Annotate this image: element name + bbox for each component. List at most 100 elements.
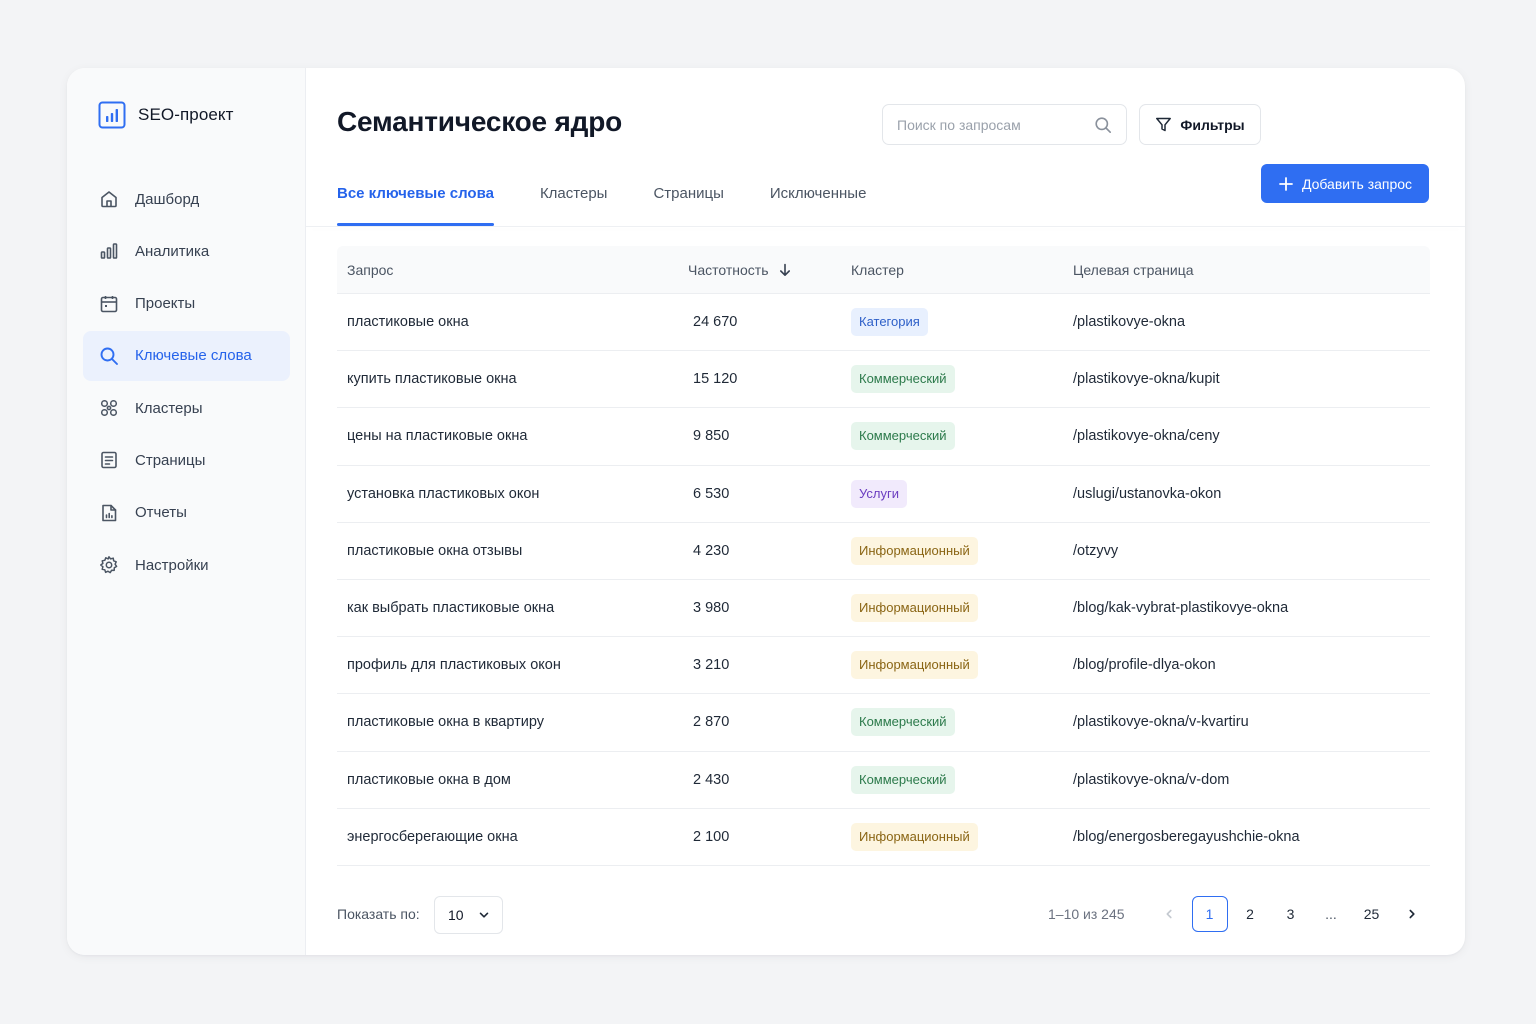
sidebar-item-settings[interactable]: Настройки	[83, 540, 290, 590]
cluster-cell: Информационный	[841, 822, 1063, 851]
query-cell: цены на пластиковые окна	[347, 428, 528, 445]
query-cell: купить пластиковые окна	[347, 371, 517, 388]
sidebar-item-label: Настройки	[135, 556, 209, 574]
table-row[interactable]: пластиковые окна отзывы 4 230 Информационн…	[337, 523, 1430, 580]
table-row[interactable]: установка пластиковых окон 6 530 Услуги/us…	[337, 466, 1430, 523]
target-page-cell[interactable]: /otzyvy	[1063, 543, 1430, 559]
cluster-badge: Информационный	[851, 594, 978, 623]
sidebar-item-dashboard[interactable]: Дашборд	[83, 174, 290, 224]
search-icon	[99, 346, 119, 366]
sidebar-item-clusters[interactable]: Кластеры	[83, 383, 290, 433]
sidebar-item-label: Ключевые слова	[135, 347, 252, 365]
cluster-cell: Категория	[841, 308, 1063, 337]
target-page-cell[interactable]: /blog/profile-dlya-okon	[1063, 657, 1430, 673]
tab-excluded[interactable]: Исключенные	[770, 182, 867, 226]
frequency-cell: 6 530	[693, 485, 730, 502]
cluster-badge: Информационный	[851, 536, 978, 565]
keywords-table: Запрос Частотность Кластер Целевая стран…	[337, 246, 1430, 866]
pagination-ellipsis: ...	[1325, 906, 1337, 922]
sidebar-item-label: Кластеры	[135, 399, 203, 417]
cluster-icon	[99, 398, 119, 418]
sidebar-nav: Дашборд Аналитика Проекты Ключевые слова…	[83, 174, 290, 592]
add-query-label: Добавить запрос	[1301, 175, 1413, 192]
page-title: Семантическое ядро	[337, 106, 623, 137]
report-icon	[99, 503, 119, 523]
table-row[interactable]: пластиковые окна 24 670 Категория/plastiko…	[337, 294, 1430, 352]
app-window: SEO-проект Дашборд Аналитика Проекты Клю…	[67, 68, 1465, 955]
prev-page-button[interactable]	[1151, 896, 1187, 932]
target-page-cell[interactable]: /plastikovye-okna/kupit	[1063, 371, 1430, 387]
table-row[interactable]: пластиковые окна в квартиру 2 870 Коммерче…	[337, 694, 1430, 752]
table-row[interactable]: как выбрать пластиковые окна 3 980 Информа…	[337, 580, 1430, 638]
target-page-cell[interactable]: /plastikovye-okna/ceny	[1063, 428, 1430, 444]
table-row[interactable]: цены на пластиковые окна 9 850 Коммерчески…	[337, 408, 1430, 466]
query-cell: энергосберегающие окна	[347, 828, 518, 845]
filters-label: Фильтры	[1180, 116, 1245, 133]
chevron-down-icon	[478, 909, 490, 921]
tab-all-keywords[interactable]: Все ключевые слова	[337, 182, 494, 226]
plus-icon	[1278, 176, 1294, 192]
table-row[interactable]: купить пластиковые окна 15 120 Коммерчески…	[337, 351, 1430, 409]
pagination-range: 1–10 из 245	[1048, 906, 1125, 922]
column-header-cluster[interactable]: Кластер	[841, 262, 1063, 278]
table-row[interactable]: профиль для пластиковых окон 3 210 Информа…	[337, 637, 1430, 695]
table-row[interactable]: пластиковые окна в дом 2 430 Коммерческий /…	[337, 752, 1430, 809]
search-input[interactable]	[897, 116, 1077, 133]
gear-icon	[99, 555, 119, 575]
tab-pages[interactable]: Страницы	[653, 182, 723, 226]
target-page-cell[interactable]: /blog/kak-vybrat-plastikovye-okna	[1063, 600, 1430, 616]
document-icon	[99, 450, 119, 470]
column-header-frequency[interactable]: Частотность	[678, 262, 841, 278]
sidebar-item-label: Страницы	[135, 451, 206, 469]
page-button-1[interactable]: 1	[1191, 896, 1228, 932]
table-body: пластиковые окна 24 670 Категория/plastiko…	[337, 294, 1430, 866]
home-icon	[99, 189, 119, 209]
search-box[interactable]	[882, 104, 1127, 145]
search-icon[interactable]	[1094, 116, 1112, 134]
tab-clusters[interactable]: Кластеры	[540, 182, 608, 226]
target-page-cell[interactable]: /plastikovye-okna	[1063, 314, 1430, 330]
page-button-2[interactable]: 2	[1232, 896, 1268, 932]
sidebar-item-projects[interactable]: Проекты	[83, 279, 290, 329]
next-page-button[interactable]	[1394, 896, 1430, 932]
cluster-cell: Коммерческий	[841, 765, 1063, 794]
query-cell: пластиковые окна в квартиру	[347, 714, 544, 731]
sidebar-item-reports[interactable]: Отчеты	[83, 488, 290, 538]
frequency-cell: 2 870	[693, 714, 730, 731]
page-size-select[interactable]: 10	[434, 896, 503, 934]
cluster-badge: Информационный	[851, 822, 978, 851]
cluster-badge: Услуги	[851, 479, 907, 508]
sidebar-item-label: Аналитика	[135, 242, 210, 260]
column-header-label: Запрос	[347, 261, 394, 278]
chevron-left-icon	[1163, 908, 1175, 920]
cluster-badge: Информационный	[851, 651, 978, 680]
sidebar-item-keywords[interactable]: Ключевые слова	[83, 330, 290, 381]
target-page-cell[interactable]: /uslugi/ustanovka-okon	[1063, 486, 1430, 502]
cluster-cell: Коммерческий	[841, 708, 1063, 737]
target-page-cell[interactable]: /plastikovye-okna/v-kvartiru	[1063, 714, 1430, 730]
pagination: 1 2 3 ... 25	[1151, 896, 1435, 932]
cluster-cell: Информационный	[841, 651, 1063, 680]
page-button-25[interactable]: 25	[1354, 896, 1390, 932]
column-header-query[interactable]: Запрос	[337, 262, 678, 278]
query-cell: профиль для пластиковых окон	[347, 657, 561, 674]
target-page-cell[interactable]: /blog/energosberegayushchie-okna	[1063, 829, 1430, 845]
cluster-badge: Коммерческий	[851, 422, 955, 451]
filters-button[interactable]: Фильтры	[1139, 104, 1261, 145]
brand[interactable]: SEO-проект	[98, 101, 234, 129]
target-page-cell[interactable]: /plastikovye-okna/v-dom	[1063, 772, 1430, 788]
cluster-badge: Категория	[851, 308, 928, 337]
frequency-cell: 2 430	[693, 771, 730, 788]
table-header: Запрос Частотность Кластер Целевая стран…	[337, 246, 1430, 294]
frequency-cell: 3 210	[693, 657, 730, 674]
sidebar-item-pages[interactable]: Страницы	[83, 435, 290, 485]
column-header-target-page[interactable]: Целевая страница	[1063, 262, 1430, 278]
column-header-label: Целевая страница	[1073, 261, 1194, 278]
sidebar-item-analytics[interactable]: Аналитика	[83, 226, 290, 276]
filter-icon	[1155, 116, 1172, 133]
page-button-3[interactable]: 3	[1273, 896, 1309, 932]
page-size-value: 10	[448, 907, 464, 923]
table-row[interactable]: энергосберегающие окна 2 100 Информационны…	[337, 809, 1430, 866]
cluster-badge: Коммерческий	[851, 365, 955, 394]
add-query-button[interactable]: Добавить запрос	[1261, 164, 1429, 203]
